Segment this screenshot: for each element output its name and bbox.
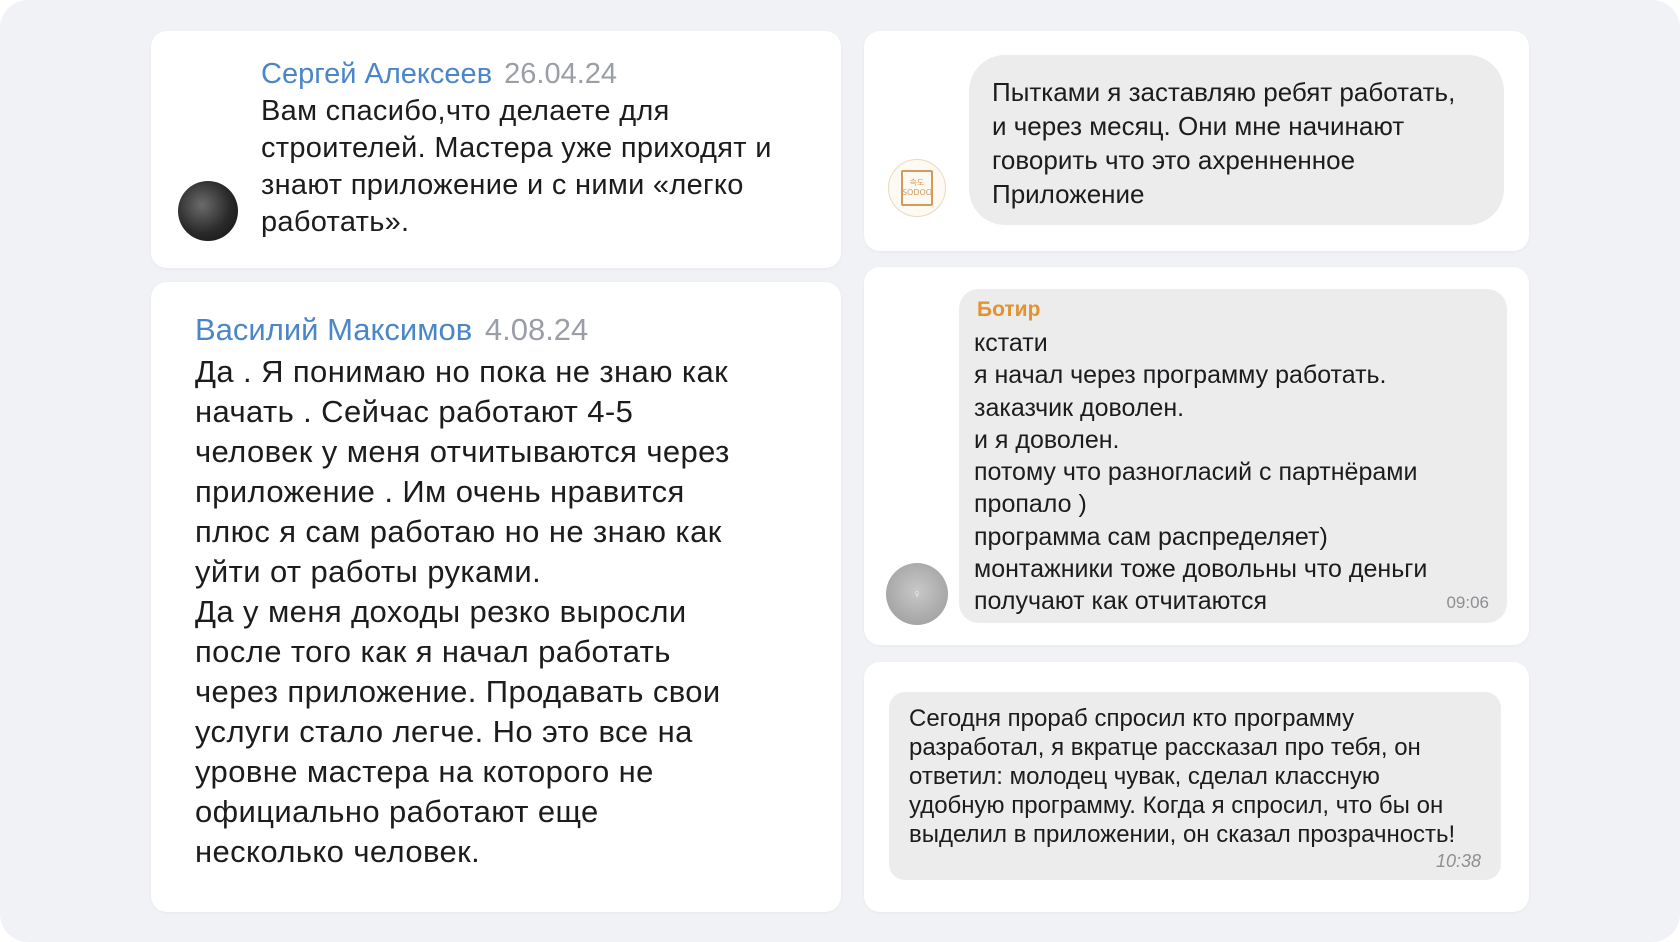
author-name: Василий Максимов bbox=[195, 312, 473, 347]
chat-card: ♀ Ботир кстати я начал через программу р… bbox=[864, 267, 1529, 645]
company-logo-icon: 속도 SODOO bbox=[888, 159, 946, 217]
review-date: 26.04.24 bbox=[504, 58, 618, 90]
message-bubble: Ботир кстати я начал через программу раб… bbox=[959, 289, 1507, 623]
review-card: Василий Максимов 4.08.24 Да . Я понимаю … bbox=[151, 282, 841, 912]
chat-card: 속도 SODOO Пытками я заставляю ребят работ… bbox=[864, 31, 1529, 251]
review-date: 4.08.24 bbox=[484, 312, 589, 347]
message-text: Сегодня прораб спросил кто программу раз… bbox=[909, 705, 1456, 848]
logo-mark: 속도 SODOO bbox=[901, 170, 933, 206]
review-text: Вам спасибо,что делаете для строителей. … bbox=[261, 95, 772, 238]
message-time: 10:38 bbox=[1435, 851, 1481, 871]
avatar bbox=[178, 181, 238, 241]
sender-name: Ботир bbox=[977, 298, 1041, 321]
review-header: Василий Максимов 4.08.24 bbox=[195, 312, 815, 348]
review-content: Василий Максимов 4.08.24 Да . Я понимаю … bbox=[195, 312, 815, 872]
person-icon: ♀ bbox=[912, 587, 922, 601]
logo-text-top: 속도 bbox=[909, 178, 925, 187]
message-bubble: Пытками я заставляю ребят работать, и че… bbox=[969, 55, 1504, 225]
logo-text-bottom: SODOO bbox=[901, 188, 933, 197]
review-header: Сергей Алексеев 26.04.24 bbox=[261, 57, 821, 91]
message-text: Пытками я заставляю ребят работать, и че… bbox=[992, 77, 1456, 209]
review-content: Сергей Алексеев 26.04.24 Вам спасибо,что… bbox=[261, 57, 821, 241]
message-time: 09:06 bbox=[1446, 593, 1489, 612]
chat-card: Сегодня прораб спросил кто программу раз… bbox=[864, 662, 1529, 912]
message-text: кстати я начал через программу работать.… bbox=[974, 329, 1428, 616]
avatar: ♀ bbox=[886, 563, 948, 625]
review-card: Сергей Алексеев 26.04.24 Вам спасибо,что… bbox=[151, 31, 841, 268]
author-name: Сергей Алексеев bbox=[261, 58, 493, 90]
message-bubble: Сегодня прораб спросил кто программу раз… bbox=[889, 692, 1501, 880]
review-text: Да . Я понимаю но пока не знаю как начат… bbox=[195, 354, 730, 869]
testimonials-canvas: Сергей Алексеев 26.04.24 Вам спасибо,что… bbox=[0, 0, 1680, 942]
